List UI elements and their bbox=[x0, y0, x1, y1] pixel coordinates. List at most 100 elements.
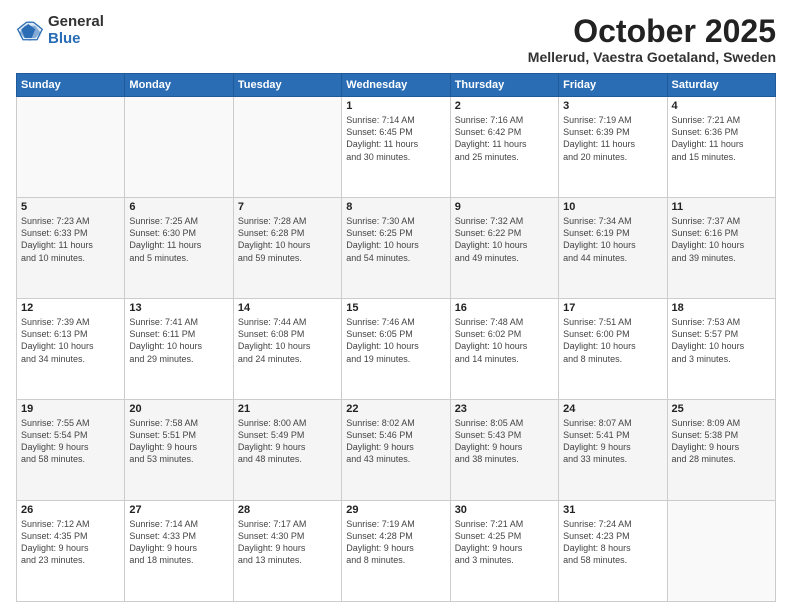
header: General Blue October 2025 Mellerud, Vaes… bbox=[16, 14, 776, 65]
day-info: Sunrise: 7:14 AM Sunset: 4:33 PM Dayligh… bbox=[129, 518, 228, 567]
col-tuesday: Tuesday bbox=[233, 74, 341, 97]
day-info: Sunrise: 7:44 AM Sunset: 6:08 PM Dayligh… bbox=[238, 316, 337, 365]
logo-text: General Blue bbox=[48, 14, 104, 47]
calendar-cell: 22 Sunrise: 8:02 AM Sunset: 5:46 PM Dayli… bbox=[342, 400, 450, 501]
title-block: October 2025 Mellerud, Vaestra Goetaland… bbox=[528, 14, 776, 65]
day-info: Sunrise: 7:16 AM Sunset: 6:42 PM Dayligh… bbox=[455, 114, 554, 163]
day-number: 6 bbox=[129, 201, 228, 213]
day-info: Sunrise: 7:25 AM Sunset: 6:30 PM Dayligh… bbox=[129, 215, 228, 264]
calendar-cell: 29Sunrise: 7:19 AM Sunset: 4:28 PM Dayli… bbox=[342, 501, 450, 602]
calendar-cell: 2Sunrise: 7:16 AM Sunset: 6:42 PM Daylig… bbox=[450, 97, 558, 198]
day-number: 10 bbox=[563, 201, 662, 213]
day-number: 18 bbox=[672, 302, 771, 314]
day-number: 1 bbox=[346, 100, 445, 112]
day-number: 21 bbox=[238, 403, 337, 415]
calendar-cell: 15Sunrise: 7:46 AM Sunset: 6:05 PM Dayli… bbox=[342, 299, 450, 400]
week-row-2: 5 Sunrise: 7:23 AM Sunset: 6:33 PM Daylig… bbox=[17, 198, 776, 299]
day-info: Sunrise: 8:00 AM Sunset: 5:49 PM Dayligh… bbox=[238, 417, 337, 466]
day-info: Sunrise: 7:19 AM Sunset: 4:28 PM Dayligh… bbox=[346, 518, 445, 567]
day-number: 19 bbox=[21, 403, 120, 415]
calendar-cell: 21 Sunrise: 8:00 AM Sunset: 5:49 PM Dayli… bbox=[233, 400, 341, 501]
day-number: 20 bbox=[129, 403, 228, 415]
col-friday: Friday bbox=[559, 74, 667, 97]
calendar-cell: 11 Sunrise: 7:37 AM Sunset: 6:16 PM Dayli… bbox=[667, 198, 775, 299]
calendar-header-row: Sunday Monday Tuesday Wednesday Thursday… bbox=[17, 74, 776, 97]
day-number: 4 bbox=[672, 100, 771, 112]
day-number: 5 bbox=[21, 201, 120, 213]
calendar-cell: 6 Sunrise: 7:25 AM Sunset: 6:30 PM Daylig… bbox=[125, 198, 233, 299]
calendar-cell: 13Sunrise: 7:41 AM Sunset: 6:11 PM Dayli… bbox=[125, 299, 233, 400]
day-info: Sunrise: 8:09 AM Sunset: 5:38 PM Dayligh… bbox=[672, 417, 771, 466]
day-info: Sunrise: 7:46 AM Sunset: 6:05 PM Dayligh… bbox=[346, 316, 445, 365]
day-info: Sunrise: 7:14 AM Sunset: 6:45 PM Dayligh… bbox=[346, 114, 445, 163]
calendar-cell: 16 Sunrise: 7:48 AM Sunset: 6:02 PM Dayli… bbox=[450, 299, 558, 400]
day-info: Sunrise: 7:21 AM Sunset: 4:25 PM Dayligh… bbox=[455, 518, 554, 567]
day-number: 3 bbox=[563, 100, 662, 112]
day-number: 24 bbox=[563, 403, 662, 415]
day-info: Sunrise: 7:19 AM Sunset: 6:39 PM Dayligh… bbox=[563, 114, 662, 163]
col-monday: Monday bbox=[125, 74, 233, 97]
day-number: 22 bbox=[346, 403, 445, 415]
calendar-cell: 26 Sunrise: 7:12 AM Sunset: 4:35 PM Dayli… bbox=[17, 501, 125, 602]
day-number: 28 bbox=[238, 504, 337, 516]
day-info: Sunrise: 7:30 AM Sunset: 6:25 PM Dayligh… bbox=[346, 215, 445, 264]
day-number: 16 bbox=[455, 302, 554, 314]
day-number: 7 bbox=[238, 201, 337, 213]
col-saturday: Saturday bbox=[667, 74, 775, 97]
day-info: Sunrise: 7:17 AM Sunset: 4:30 PM Dayligh… bbox=[238, 518, 337, 567]
calendar-cell: 5 Sunrise: 7:23 AM Sunset: 6:33 PM Daylig… bbox=[17, 198, 125, 299]
day-number: 9 bbox=[455, 201, 554, 213]
day-info: Sunrise: 7:51 AM Sunset: 6:00 PM Dayligh… bbox=[563, 316, 662, 365]
day-number: 30 bbox=[455, 504, 554, 516]
day-number: 13 bbox=[129, 302, 228, 314]
day-info: Sunrise: 8:02 AM Sunset: 5:46 PM Dayligh… bbox=[346, 417, 445, 466]
calendar-cell: 9Sunrise: 7:32 AM Sunset: 6:22 PM Daylig… bbox=[450, 198, 558, 299]
calendar-cell: 23Sunrise: 8:05 AM Sunset: 5:43 PM Dayli… bbox=[450, 400, 558, 501]
day-info: Sunrise: 7:21 AM Sunset: 6:36 PM Dayligh… bbox=[672, 114, 771, 163]
logo: General Blue bbox=[16, 14, 104, 47]
col-sunday: Sunday bbox=[17, 74, 125, 97]
day-number: 11 bbox=[672, 201, 771, 213]
day-info: Sunrise: 7:34 AM Sunset: 6:19 PM Dayligh… bbox=[563, 215, 662, 264]
calendar-table: Sunday Monday Tuesday Wednesday Thursday… bbox=[16, 73, 776, 602]
day-info: Sunrise: 7:37 AM Sunset: 6:16 PM Dayligh… bbox=[672, 215, 771, 264]
calendar-cell: 27Sunrise: 7:14 AM Sunset: 4:33 PM Dayli… bbox=[125, 501, 233, 602]
logo-blue: Blue bbox=[48, 31, 104, 48]
calendar-cell: 7 Sunrise: 7:28 AM Sunset: 6:28 PM Daylig… bbox=[233, 198, 341, 299]
calendar-cell bbox=[17, 97, 125, 198]
month-title: October 2025 bbox=[528, 14, 776, 49]
day-number: 8 bbox=[346, 201, 445, 213]
calendar-cell: 17 Sunrise: 7:51 AM Sunset: 6:00 PM Dayli… bbox=[559, 299, 667, 400]
page: General Blue October 2025 Mellerud, Vaes… bbox=[0, 0, 792, 612]
calendar-cell: 10 Sunrise: 7:34 AM Sunset: 6:19 PM Dayli… bbox=[559, 198, 667, 299]
day-number: 31 bbox=[563, 504, 662, 516]
day-number: 14 bbox=[238, 302, 337, 314]
calendar-cell bbox=[233, 97, 341, 198]
day-info: Sunrise: 7:39 AM Sunset: 6:13 PM Dayligh… bbox=[21, 316, 120, 365]
day-info: Sunrise: 7:12 AM Sunset: 4:35 PM Dayligh… bbox=[21, 518, 120, 567]
logo-general: General bbox=[48, 14, 104, 31]
calendar-cell: 19Sunrise: 7:55 AM Sunset: 5:54 PM Dayli… bbox=[17, 400, 125, 501]
location: Mellerud, Vaestra Goetaland, Sweden bbox=[528, 49, 776, 65]
week-row-1: 1 Sunrise: 7:14 AM Sunset: 6:45 PM Daylig… bbox=[17, 97, 776, 198]
day-number: 25 bbox=[672, 403, 771, 415]
day-info: Sunrise: 8:07 AM Sunset: 5:41 PM Dayligh… bbox=[563, 417, 662, 466]
calendar-cell: 20Sunrise: 7:58 AM Sunset: 5:51 PM Dayli… bbox=[125, 400, 233, 501]
calendar-cell: 12Sunrise: 7:39 AM Sunset: 6:13 PM Dayli… bbox=[17, 299, 125, 400]
calendar-cell bbox=[667, 501, 775, 602]
calendar-cell: 25 Sunrise: 8:09 AM Sunset: 5:38 PM Dayli… bbox=[667, 400, 775, 501]
week-row-5: 26 Sunrise: 7:12 AM Sunset: 4:35 PM Dayli… bbox=[17, 501, 776, 602]
day-info: Sunrise: 7:23 AM Sunset: 6:33 PM Dayligh… bbox=[21, 215, 120, 264]
calendar-cell: 30 Sunrise: 7:21 AM Sunset: 4:25 PM Dayli… bbox=[450, 501, 558, 602]
day-info: Sunrise: 8:05 AM Sunset: 5:43 PM Dayligh… bbox=[455, 417, 554, 466]
day-info: Sunrise: 7:48 AM Sunset: 6:02 PM Dayligh… bbox=[455, 316, 554, 365]
day-number: 17 bbox=[563, 302, 662, 314]
calendar-cell bbox=[125, 97, 233, 198]
calendar-cell: 4 Sunrise: 7:21 AM Sunset: 6:36 PM Daylig… bbox=[667, 97, 775, 198]
day-info: Sunrise: 7:28 AM Sunset: 6:28 PM Dayligh… bbox=[238, 215, 337, 264]
calendar-cell: 14 Sunrise: 7:44 AM Sunset: 6:08 PM Dayli… bbox=[233, 299, 341, 400]
calendar-cell: 24 Sunrise: 8:07 AM Sunset: 5:41 PM Dayli… bbox=[559, 400, 667, 501]
calendar-cell: 1 Sunrise: 7:14 AM Sunset: 6:45 PM Daylig… bbox=[342, 97, 450, 198]
day-number: 26 bbox=[21, 504, 120, 516]
calendar-cell: 3 Sunrise: 7:19 AM Sunset: 6:39 PM Daylig… bbox=[559, 97, 667, 198]
